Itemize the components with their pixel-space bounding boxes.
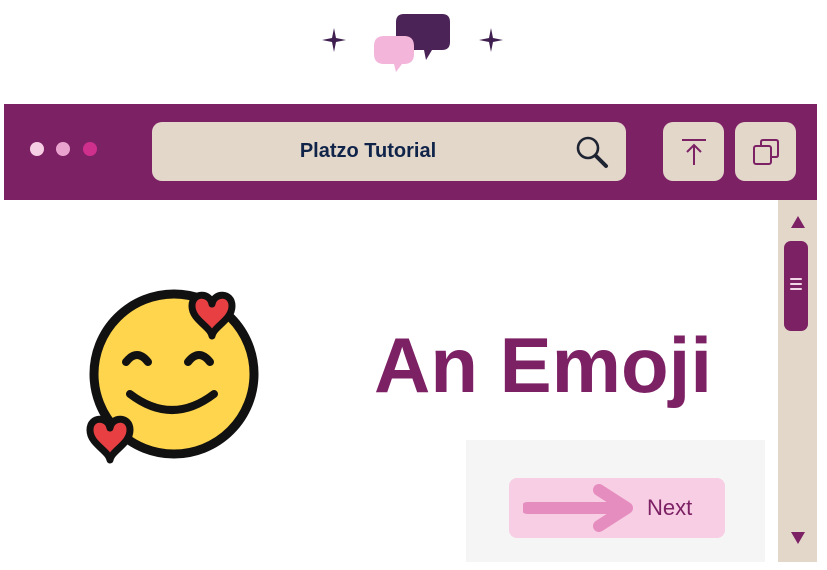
window-control-maximize[interactable] xyxy=(83,142,97,156)
address-bar[interactable]: Platzo Tutorial xyxy=(152,122,626,181)
window-control-close[interactable] xyxy=(30,142,44,156)
vertical-scrollbar[interactable] xyxy=(778,200,817,562)
scroll-up-arrow-icon[interactable] xyxy=(791,216,805,228)
grip-icon xyxy=(790,278,802,292)
header-decoration xyxy=(0,0,827,100)
scroll-down-arrow-icon[interactable] xyxy=(791,532,805,544)
share-button[interactable] xyxy=(663,122,724,181)
scrollbar-thumb[interactable] xyxy=(784,241,808,331)
share-icon xyxy=(682,139,706,165)
page-heading: An Emoji xyxy=(374,321,713,409)
copy-button[interactable] xyxy=(735,122,796,181)
window-control-minimize[interactable] xyxy=(56,142,70,156)
chat-bubbles-icon xyxy=(372,12,454,74)
arrow-right-icon xyxy=(523,484,633,532)
address-text: Platzo Tutorial xyxy=(299,140,437,162)
search-icon[interactable] xyxy=(574,134,610,170)
smiling-face-with-hearts-icon xyxy=(82,282,268,468)
sparkle-icon xyxy=(322,28,346,52)
next-button-label: Next xyxy=(647,495,693,520)
sparkle-icon xyxy=(479,28,503,52)
copy-icon xyxy=(753,139,779,165)
next-button[interactable]: Next xyxy=(509,478,725,538)
